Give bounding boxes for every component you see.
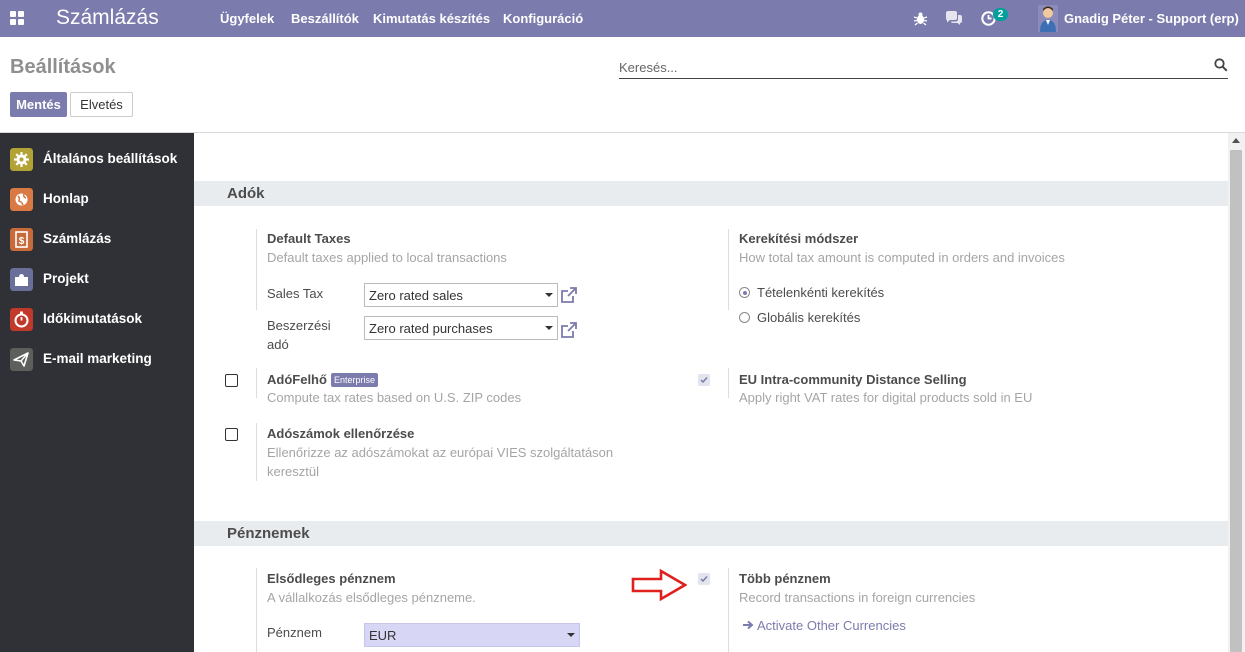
svg-text:$: $ [19,236,25,247]
vertical-scrollbar[interactable] [1228,133,1245,652]
eu-distance-selling-desc: Apply right VAT rates for digital produc… [739,390,1033,405]
sidebar-item-label: E-mail marketing [43,351,152,366]
setting-divider [256,423,257,481]
purchase-tax-label: Beszerzési [267,318,331,333]
rounding-method-desc: How total tax amount is computed in orde… [739,250,1065,265]
rounding-per-line-radio[interactable] [739,287,750,298]
main-currency-title: Elsődleges pénznem [267,571,396,586]
sidebar-item-label: Általános beállítások [43,151,178,166]
multi-currency-title: Több pénznem [739,571,831,586]
app-brand[interactable]: Számlázás [56,6,159,30]
setting-divider [256,368,257,398]
stopwatch-icon [10,308,33,331]
vies-checkbox[interactable] [225,428,238,441]
search-icon[interactable] [1214,58,1228,72]
external-link-icon[interactable] [560,286,578,304]
eu-distance-selling-checkbox[interactable] [698,374,710,386]
taxcloud-checkbox[interactable] [225,374,238,387]
taxcloud-desc: Compute tax rates based on U.S. ZIP code… [267,390,522,405]
section-title: Adók [227,185,265,202]
taxes-section-header: Adók [194,181,1228,206]
vies-desc-line2: keresztül [267,464,320,479]
chevron-down-icon [567,633,575,637]
sidebar-item-label: Számlázás [43,231,112,246]
scroll-thumb[interactable] [1230,150,1242,652]
apps-menu-icon[interactable] [10,11,24,25]
discard-button[interactable]: Elvetés [70,92,133,117]
sidebar-item-label: Időkimutatások [43,311,143,326]
eu-distance-selling-title: EU Intra-community Distance Selling [739,372,967,387]
vies-title: Adószámok ellenőrzése [267,426,415,441]
currency-field-label: Pénznem [267,625,322,640]
bug-icon[interactable] [913,11,928,26]
control-panel: Beállítások Mentés Elvetés [0,37,1245,133]
arrow-right-icon[interactable] [742,619,754,631]
purchase-tax-label-line2: adó [267,337,289,352]
search-input[interactable] [619,57,1199,77]
vies-desc: Ellenőrizze az adószámokat az európai VI… [267,445,614,460]
multi-currency-checkbox[interactable] [698,573,710,585]
sales-tax-value: Zero rated sales [369,288,463,303]
currencies-section-header: Pénznemek [194,521,1228,546]
sales-tax-label: Sales Tax [267,286,324,301]
invoice-icon: $ [10,228,33,251]
chevron-down-icon [545,293,553,297]
enterprise-badge: Enterprise [331,373,379,387]
avatar[interactable] [1038,5,1058,32]
default-taxes-title: Default Taxes [267,231,351,246]
gear-icon [10,148,33,171]
external-link-icon[interactable] [560,321,578,339]
puzzle-icon [10,268,33,291]
sidebar-item-website[interactable]: Honlap [0,180,194,220]
menu-reporting[interactable]: Kimutatás készítés [373,11,490,26]
taxcloud-title: AdóFelhő [267,372,327,387]
activity-count-badge: 2 [993,8,1008,21]
annotation-arrow-icon [631,569,687,601]
rounding-global-radio[interactable] [739,312,750,323]
purchase-tax-select[interactable]: Zero rated purchases [364,316,558,340]
settings-sidebar: Általános beállítások Honlap $ Számlázás… [0,133,194,652]
setting-divider [728,568,729,652]
sidebar-item-label: Honlap [43,191,89,206]
user-menu[interactable]: Gnadig Péter - Support (erp) [1064,11,1239,26]
sidebar-item-timesheets[interactable]: Időkimutatások [0,300,194,340]
page-title: Beállítások [10,56,116,78]
default-taxes-desc: Default taxes applied to local transacti… [267,250,507,265]
top-navbar: Számlázás Ügyfelek Beszállítók Kimutatás… [0,0,1245,37]
chevron-down-icon [545,326,553,330]
scroll-up-arrow-icon[interactable] [1232,138,1240,143]
sidebar-item-email-marketing[interactable]: E-mail marketing [0,340,194,380]
menu-vendors[interactable]: Beszállítók [291,11,359,26]
sidebar-item-project[interactable]: Projekt [0,260,194,300]
rounding-per-line-label[interactable]: Tételenkénti kerekítés [757,283,884,302]
activate-currencies-link[interactable]: Activate Other Currencies [757,618,906,633]
search-bar [619,55,1228,79]
sidebar-item-invoicing[interactable]: $ Számlázás [0,220,194,260]
sidebar-item-general-settings[interactable]: Általános beállítások [0,140,194,180]
setting-divider [256,568,257,652]
sales-tax-select[interactable]: Zero rated sales [364,283,558,307]
setting-divider [728,368,729,398]
paper-plane-icon [10,348,33,371]
main-currency-desc: A vállalkozás elsődleges pénzneme. [267,590,476,605]
chat-icon[interactable] [945,11,963,26]
currency-value: EUR [369,628,397,643]
setting-divider [728,229,729,310]
section-title: Pénznemek [227,525,310,542]
rounding-global-label[interactable]: Globális kerekítés [757,308,860,327]
setting-divider [256,229,257,310]
settings-content: Adók Default Taxes Default taxes applied… [194,133,1228,652]
sidebar-item-label: Projekt [43,271,89,286]
menu-configuration[interactable]: Konfiguráció [503,11,583,26]
multi-currency-desc: Record transactions in foreign currencie… [739,590,976,605]
save-button[interactable]: Mentés [10,92,67,117]
menu-customers[interactable]: Ügyfelek [220,11,274,26]
currency-select[interactable]: EUR [364,623,580,647]
globe-icon [10,188,33,211]
rounding-method-title: Kerekítési módszer [739,231,859,246]
purchase-tax-value: Zero rated purchases [369,321,493,336]
